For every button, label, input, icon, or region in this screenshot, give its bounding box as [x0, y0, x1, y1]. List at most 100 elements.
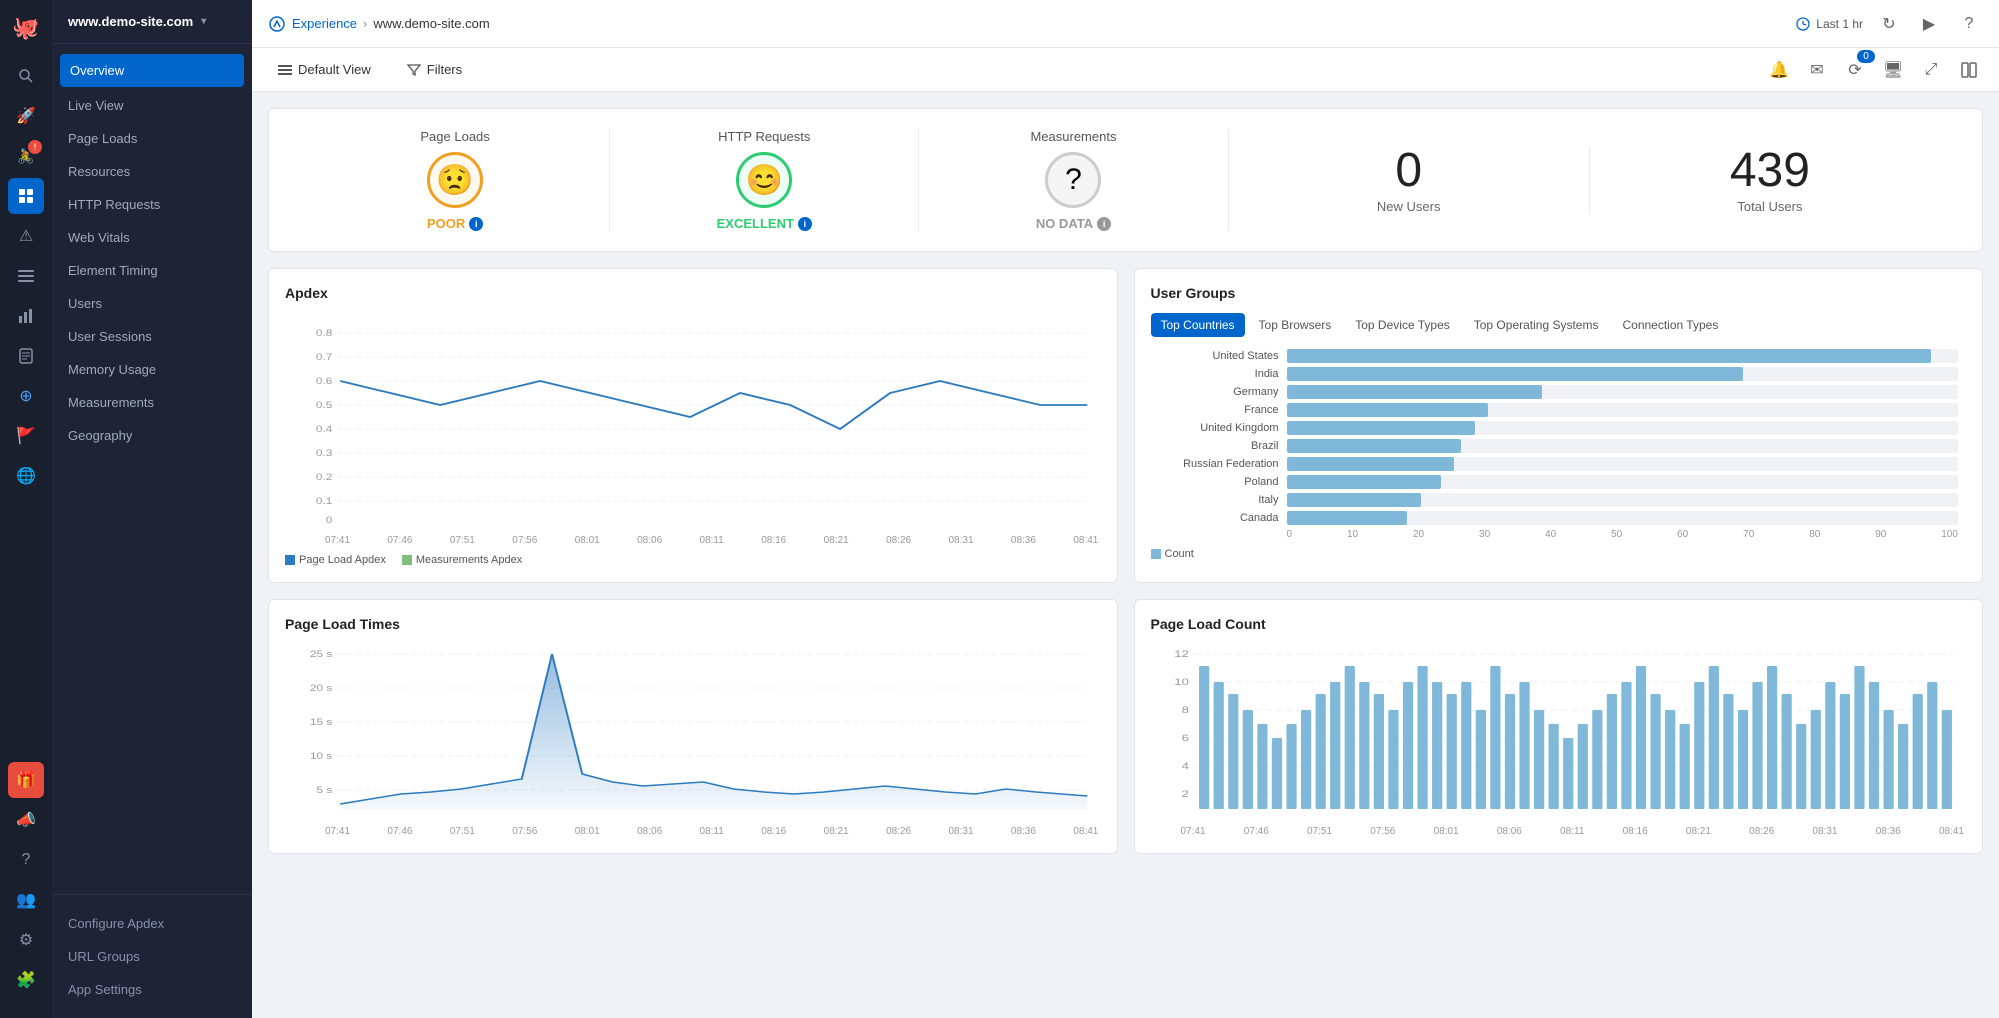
tab-connection-types[interactable]: Connection Types	[1612, 313, 1728, 337]
columns-icon[interactable]	[1955, 56, 1983, 84]
default-view-button[interactable]: Default View	[268, 56, 381, 83]
svg-text:0.6: 0.6	[316, 376, 333, 386]
alert-circle-icon[interactable]: ⚠	[8, 218, 44, 254]
svg-text:10: 10	[1174, 678, 1189, 688]
apdex-legend: Page Load Apdex Measurements Apdex	[285, 554, 1101, 566]
sidebar-item-resources[interactable]: Resources	[52, 155, 252, 188]
measurements-info-icon[interactable]: i	[1097, 217, 1111, 231]
refresh-icon[interactable]: ↻	[1875, 10, 1903, 38]
search-icon[interactable]	[8, 58, 44, 94]
bar-row-us: United States	[1159, 349, 1959, 363]
bar-track-france	[1287, 403, 1959, 417]
experience-nav-icon	[268, 15, 286, 33]
svg-text:2: 2	[1181, 790, 1188, 800]
status-page-loads-icon: 😟	[427, 152, 483, 208]
chevron-down-icon: ▾	[201, 16, 206, 27]
bar-track-poland	[1287, 475, 1959, 489]
monitor-icon[interactable]: 🖥	[1879, 56, 1907, 84]
filters-button[interactable]: Filters	[397, 56, 472, 83]
apdex-chart-card: Apdex 0.8 0.7	[268, 268, 1118, 583]
total-users-label: Total Users	[1737, 199, 1802, 214]
puzzle-icon[interactable]: 🧩	[8, 962, 44, 998]
filter-icon	[407, 63, 421, 77]
sidebar-item-http-requests[interactable]: HTTP Requests	[52, 188, 252, 221]
sidebar-item-web-vitals[interactable]: Web Vitals	[52, 221, 252, 254]
status-page-loads-value: POOR i	[427, 216, 483, 231]
doc-icon[interactable]	[8, 338, 44, 374]
countries-bar-chart: United States India Germany	[1151, 349, 1967, 540]
bike-icon[interactable]: 🚴 !	[8, 138, 44, 174]
help-icon[interactable]: ?	[8, 842, 44, 878]
rocket-icon[interactable]: 🚀	[8, 98, 44, 134]
globe-icon[interactable]: 🌐	[8, 458, 44, 494]
sidebar-item-overview[interactable]: Overview	[60, 54, 244, 87]
tab-top-countries[interactable]: Top Countries	[1151, 313, 1245, 337]
svg-text:20 s: 20 s	[310, 683, 332, 693]
list-icon[interactable]	[8, 258, 44, 294]
http-info-icon[interactable]: i	[798, 217, 812, 231]
experience-icon[interactable]: ⊕	[8, 378, 44, 414]
sidebar-item-user-sessions[interactable]: User Sessions	[52, 320, 252, 353]
megaphone-icon[interactable]: 📣	[8, 802, 44, 838]
sidebar-item-page-loads[interactable]: Page Loads	[52, 122, 252, 155]
sidebar-item-live-view[interactable]: Live View	[52, 89, 252, 122]
sidebar-item-measurements[interactable]: Measurements	[52, 386, 252, 419]
country-label-italy: Italy	[1159, 494, 1279, 506]
status-total-users: 439 Total Users	[1590, 147, 1950, 214]
page-loads-info-icon[interactable]: i	[469, 217, 483, 231]
charts-row-2: Page Load Times 25 s 20 s 15 s 10 s	[268, 599, 1983, 854]
bar-row-russia: Russian Federation	[1159, 457, 1959, 471]
status-new-users: 0 New Users	[1229, 147, 1590, 214]
dashboard-icon[interactable]	[8, 178, 44, 214]
breadcrumb-experience[interactable]: Experience	[292, 16, 357, 31]
country-label-france: France	[1159, 404, 1279, 416]
status-http-label: HTTP Requests	[718, 129, 810, 144]
users-icon[interactable]: 👥	[8, 882, 44, 918]
mail-icon[interactable]: ✉	[1803, 56, 1831, 84]
sidebar-header[interactable]: www.demo-site.com ▾	[52, 0, 252, 44]
tab-top-operating-systems[interactable]: Top Operating Systems	[1464, 313, 1609, 337]
settings-icon[interactable]: ⚙	[8, 922, 44, 958]
time-control: Last 1 hr	[1796, 17, 1863, 31]
charts-row-1: Apdex 0.8 0.7	[268, 268, 1983, 583]
tab-top-device-types[interactable]: Top Device Types	[1345, 313, 1460, 337]
sidebar-item-configure-apdex[interactable]: Configure Apdex	[52, 907, 252, 940]
total-users-value: 439	[1730, 147, 1810, 195]
bell-icon[interactable]: 🔔	[1765, 56, 1793, 84]
tab-top-browsers[interactable]: Top Browsers	[1249, 313, 1342, 337]
menu-icon	[278, 63, 292, 77]
bar-track-us	[1287, 349, 1959, 363]
svg-text:0.3: 0.3	[316, 448, 333, 458]
flag-icon[interactable]: 🚩	[8, 418, 44, 454]
bar-row-poland: Poland	[1159, 475, 1959, 489]
bar-fill-uk	[1287, 421, 1475, 435]
status-measurements-value: NO DATA i	[1036, 216, 1111, 231]
share-icon[interactable]: ⟳ 0	[1841, 56, 1869, 84]
content-area: Page Loads 😟 POOR i HTTP Requests 😊 EXCE…	[252, 92, 1999, 1018]
user-groups-card: User Groups Top Countries Top Browsers T…	[1134, 268, 1984, 583]
country-label-brazil: Brazil	[1159, 440, 1279, 452]
help-circle-icon[interactable]: ?	[1955, 10, 1983, 38]
page-load-times-x-axis: 07:4107:4607:5107:5608:01 08:0608:1108:1…	[285, 826, 1101, 837]
gift-icon[interactable]: 🎁	[8, 762, 44, 798]
sidebar-item-users[interactable]: Users	[52, 287, 252, 320]
status-http-requests: HTTP Requests 😊 EXCELLENT i	[610, 129, 919, 231]
new-users-value: 0	[1395, 147, 1422, 195]
countries-x-axis: 010203040 5060708090100	[1159, 529, 1959, 540]
legend-color-measurements	[402, 555, 412, 565]
sidebar-item-url-groups[interactable]: URL Groups	[52, 940, 252, 973]
sidebar-item-app-settings[interactable]: App Settings	[52, 973, 252, 1006]
play-icon[interactable]: ▶	[1915, 10, 1943, 38]
sidebar-item-memory-usage[interactable]: Memory Usage	[52, 353, 252, 386]
sidebar-item-element-timing[interactable]: Element Timing	[52, 254, 252, 287]
svg-text:0.7: 0.7	[316, 352, 333, 362]
status-page-loads-label: Page Loads	[420, 129, 489, 144]
app-logo[interactable]: 🐙	[8, 10, 44, 46]
country-label-russia: Russian Federation	[1159, 458, 1279, 470]
bar-fill-india	[1287, 367, 1744, 381]
apdex-svg: 0.8 0.7 0.6 0.5 0.4 0.3 0.2 0.1 0	[285, 313, 1101, 533]
expand-icon[interactable]: ⤢	[1917, 56, 1945, 84]
chart-bar-icon[interactable]	[8, 298, 44, 334]
clock-icon	[1796, 17, 1810, 31]
sidebar-item-geography[interactable]: Geography	[52, 419, 252, 452]
